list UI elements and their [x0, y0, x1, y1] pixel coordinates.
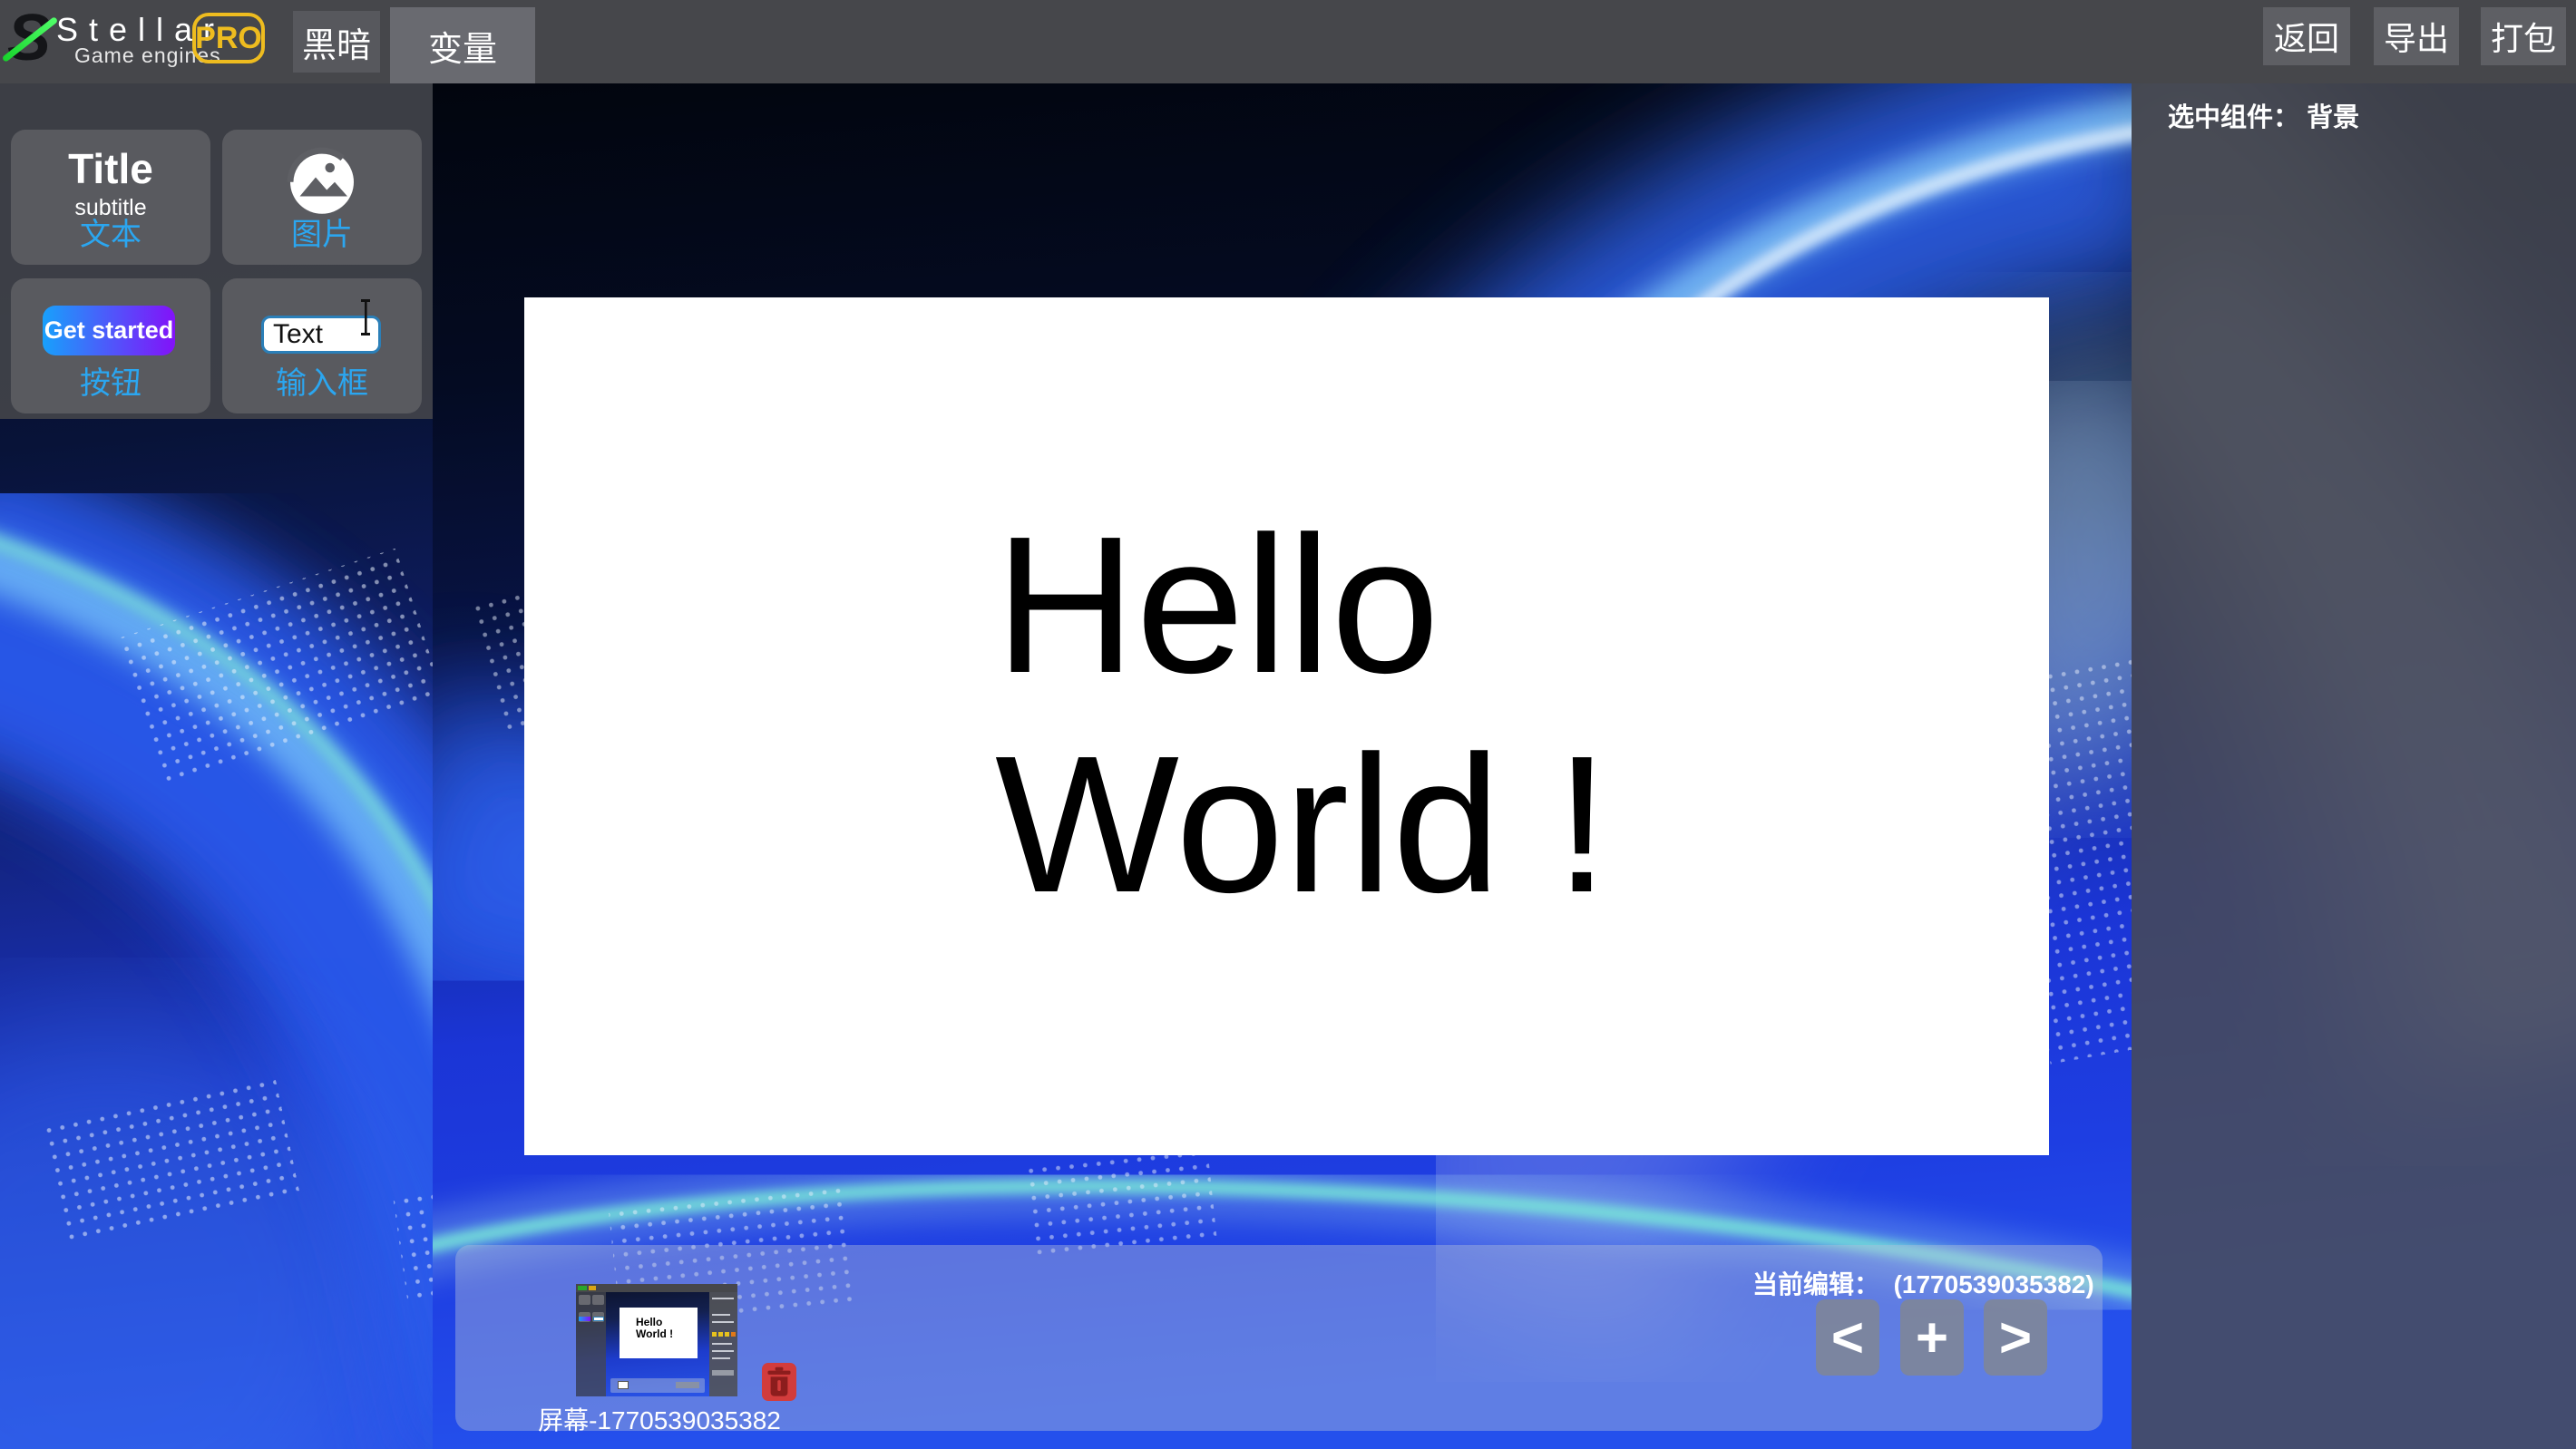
thumb-mini-palette — [576, 1292, 606, 1396]
text-preview-title: Title — [11, 144, 210, 193]
app-window: HelloWorld ! — [0, 0, 2576, 1449]
text-cursor-icon — [360, 298, 371, 336]
tab-variables[interactable]: 变量 — [390, 7, 535, 83]
palette-card-button[interactable]: Get started 按钮 — [11, 278, 210, 413]
add-screen-button[interactable]: + — [1900, 1299, 1964, 1376]
image-icon — [284, 142, 360, 219]
palette-card-input[interactable]: Text 输入框 — [222, 278, 422, 413]
trash-icon — [766, 1366, 793, 1397]
hello-line2: World ! — [995, 715, 1609, 933]
thumb-mini-screensbar — [610, 1378, 705, 1393]
palette-label-image: 图片 — [222, 209, 422, 254]
palette-card-text[interactable]: Title subtitle 文本 — [11, 130, 210, 265]
current-editing-label: 当前编辑： (1770539035382) — [1752, 1265, 2132, 1301]
screen-thumbnail[interactable]: HelloWorld ! — [576, 1284, 737, 1396]
thumb-mini-topbar — [576, 1284, 737, 1292]
editor-stage-background[interactable]: HelloWorld ! — [433, 83, 2132, 1449]
export-button[interactable]: 导出 — [2374, 7, 2459, 65]
tab-dark-mode[interactable]: 黑暗 — [293, 11, 380, 73]
hello-line1: Hello — [995, 495, 1439, 714]
back-button[interactable]: 返回 — [2263, 7, 2350, 65]
inspector-panel: 选中组件： 背景 — [2132, 83, 2576, 1449]
hello-world-text: HelloWorld ! — [995, 495, 1609, 934]
selected-component-label: 选中组件： — [2168, 103, 2299, 132]
screen-name-label: 屏幕-1770539035382 — [510, 1401, 809, 1437]
screens-bar: HelloWorld ! 屏幕-1770539035382 当前编辑： (177… — [455, 1245, 2103, 1431]
text-component[interactable]: HelloWorld ! — [524, 297, 2049, 1155]
next-screen-button[interactable]: > — [1984, 1299, 2047, 1376]
palette-card-image[interactable]: 图片 — [222, 130, 422, 265]
palette-label-input: 输入框 — [222, 358, 422, 403]
palette-label-text: 文本 — [11, 209, 210, 254]
stellar-logo-icon: S — [2, 5, 45, 71]
selected-component-line: 选中组件： 背景 — [2168, 96, 2359, 134]
thumb-mini-canvas: HelloWorld ! — [620, 1308, 698, 1358]
prev-screen-button[interactable]: < — [1816, 1299, 1879, 1376]
button-preview: Get started — [43, 306, 175, 355]
selected-component-value: 背景 — [2307, 103, 2359, 132]
package-button[interactable]: 打包 — [2481, 7, 2566, 65]
pro-badge: PRO — [192, 13, 265, 63]
component-palette: Title subtitle 文本 图片 Get started 按钮 Text — [0, 83, 433, 419]
current-editing-id: (1770539035382) — [1894, 1270, 2094, 1298]
top-bar: S Stellar Game engines PRO 黑暗 变量 返回 导出 打… — [0, 0, 2576, 83]
delete-screen-button[interactable] — [762, 1363, 796, 1401]
palette-label-button: 按钮 — [11, 358, 210, 403]
thumb-mini-inspector — [709, 1292, 737, 1396]
